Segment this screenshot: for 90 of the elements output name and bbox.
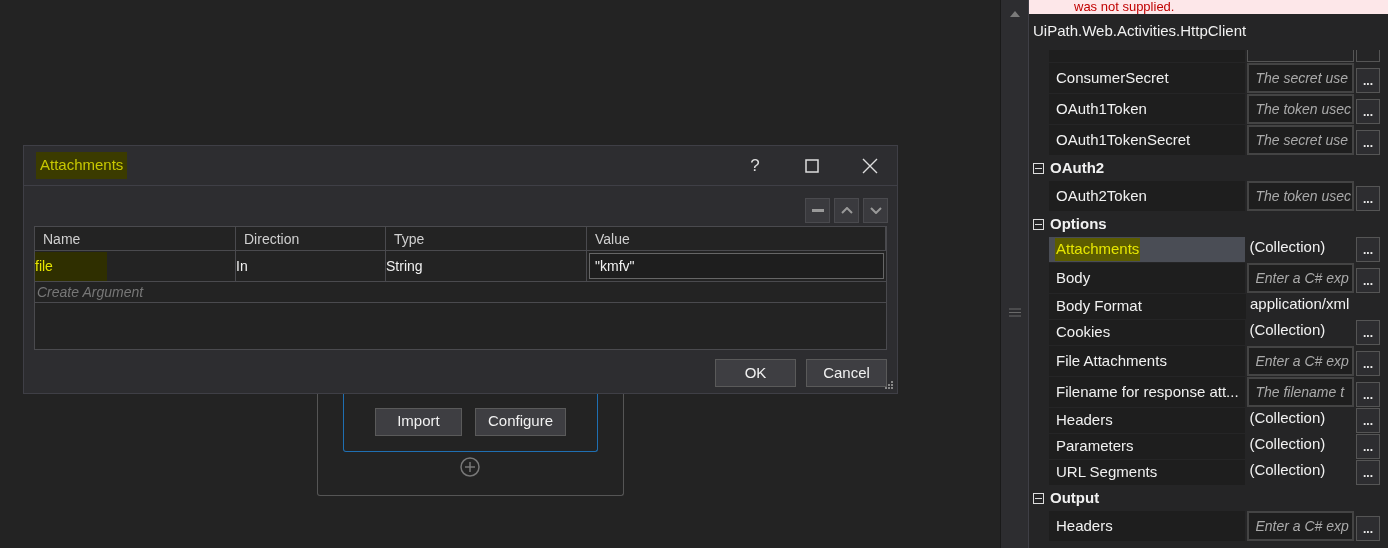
minus-icon xyxy=(811,208,824,212)
expression-field[interactable]: Enter a C# exp xyxy=(1247,263,1355,293)
chevron-up-icon xyxy=(840,206,853,214)
add-icon[interactable] xyxy=(460,457,480,477)
property-label: URL Segments xyxy=(1055,462,1159,483)
ellipsis-button[interactable]: ... xyxy=(1356,320,1380,345)
collection-value: (Collection) xyxy=(1248,460,1327,480)
collection-value: (Collection) xyxy=(1248,434,1327,454)
ellipsis-button[interactable]: ... xyxy=(1356,351,1380,376)
collapse-toggle[interactable] xyxy=(1033,162,1044,174)
property-label: OAuth1TokenSecret xyxy=(1055,129,1192,150)
collection-value: (Collection) xyxy=(1248,408,1327,428)
ellipsis-button[interactable]: ... xyxy=(1356,186,1380,211)
property-label: Parameters xyxy=(1055,436,1135,457)
property-label: OAuth1Token xyxy=(1055,98,1148,119)
expression-field[interactable]: The secret use xyxy=(1247,125,1355,155)
scroll-up-icon[interactable] xyxy=(1008,10,1021,18)
table-cell: String xyxy=(386,251,587,281)
create-argument-field[interactable]: Create Argument xyxy=(35,281,144,303)
expression-field[interactable]: Enter a C# exp xyxy=(1247,511,1355,541)
property-name[interactable]: Headers xyxy=(1049,408,1246,433)
designer-button[interactable]: Import xyxy=(374,407,462,436)
table-cell: In xyxy=(236,251,386,281)
resize-grip-icon[interactable] xyxy=(884,380,894,390)
dialog-button[interactable]: OK xyxy=(715,359,796,387)
ellipsis-button[interactable]: ... xyxy=(1356,130,1380,155)
property-name[interactable]: Cookies xyxy=(1049,320,1246,345)
property-label: Headers xyxy=(1055,515,1114,536)
ellipsis-button[interactable]: ... xyxy=(1356,434,1380,459)
property-label: Filename for response att... xyxy=(1055,381,1240,402)
column-header[interactable]: Name xyxy=(35,227,236,250)
expression-field[interactable]: Enter a C# exp xyxy=(1247,346,1355,376)
ellipsis-button[interactable]: ... xyxy=(1356,268,1380,293)
property-label: Attachments xyxy=(1055,238,1141,261)
category-header: OAuth2 xyxy=(1050,157,1105,178)
property-name[interactable]: Filename for response att... xyxy=(1049,377,1246,407)
column-header[interactable]: Type xyxy=(386,227,587,250)
property-name[interactable]: ConsumerSecret xyxy=(1049,63,1246,93)
ellipsis-button[interactable]: ... xyxy=(1356,237,1380,262)
ellipsis-button[interactable]: ... xyxy=(1356,460,1380,485)
collapse-toggle[interactable] xyxy=(1033,492,1044,504)
property-name[interactable]: OAuth1Token xyxy=(1049,94,1246,124)
category-header: Options xyxy=(1050,213,1107,234)
property-value: application/xml xyxy=(1249,294,1351,314)
error-message: was not supplied. xyxy=(1029,0,1388,14)
help-button[interactable]: ? xyxy=(740,152,770,179)
ellipsis-button[interactable]: ... xyxy=(1356,408,1380,433)
move-up-button[interactable] xyxy=(834,197,859,223)
column-header[interactable]: Direction xyxy=(236,227,386,250)
close-icon xyxy=(862,157,878,174)
expression-field[interactable]: The token usec xyxy=(1247,181,1355,211)
ellipsis-button[interactable]: ... xyxy=(1356,382,1380,407)
dialog-title: Attachments xyxy=(36,152,128,179)
property-label: Body xyxy=(1055,267,1092,288)
property-name[interactable]: OAuth1TokenSecret xyxy=(1049,125,1246,155)
property-name[interactable]: Headers xyxy=(1049,511,1246,541)
maximize-icon xyxy=(805,158,819,173)
activity-type-title: UiPath.Web.Activities.HttpClient xyxy=(1032,21,1248,41)
category-header: Output xyxy=(1050,487,1100,508)
property-name[interactable]: File Attachments xyxy=(1049,346,1246,376)
move-down-button[interactable] xyxy=(863,197,888,223)
property-label: Headers xyxy=(1055,410,1114,431)
chevron-down-icon xyxy=(869,206,882,214)
expression-field[interactable]: The filename t xyxy=(1247,377,1355,407)
value-field[interactable]: "kmfv" xyxy=(589,253,884,279)
expression-field[interactable]: The token usec xyxy=(1247,94,1355,124)
ellipsis-button[interactable]: ... xyxy=(1356,516,1380,541)
collapse-toggle[interactable] xyxy=(1033,218,1044,230)
expression-field[interactable]: The secret use xyxy=(1247,63,1355,93)
grip-icon[interactable] xyxy=(1008,308,1021,317)
property-label: OAuth2Token xyxy=(1055,185,1148,206)
property-label: ConsumerSecret xyxy=(1055,67,1170,88)
property-name[interactable]: Parameters xyxy=(1049,434,1246,459)
remove-button[interactable] xyxy=(805,197,830,223)
property-name[interactable]: Body Format xyxy=(1049,294,1246,319)
dialog-button[interactable]: Cancel xyxy=(806,359,887,387)
collection-value: (Collection) xyxy=(1248,320,1327,340)
collection-value: (Collection) xyxy=(1248,237,1327,257)
property-name[interactable]: Attachments xyxy=(1049,237,1246,262)
column-header[interactable]: Value xyxy=(587,227,886,250)
designer-button[interactable]: Configure xyxy=(474,407,566,436)
argument-name: file xyxy=(35,251,107,281)
ellipsis-button[interactable]: ... xyxy=(1356,99,1380,124)
property-label: File Attachments xyxy=(1055,350,1168,371)
property-label: Body Format xyxy=(1055,296,1143,317)
property-name[interactable]: OAuth2Token xyxy=(1049,181,1246,211)
property-label: Cookies xyxy=(1055,322,1112,343)
property-name[interactable]: Body xyxy=(1049,263,1246,293)
property-name[interactable]: URL Segments xyxy=(1049,460,1246,485)
ellipsis-button[interactable]: ... xyxy=(1356,68,1380,93)
